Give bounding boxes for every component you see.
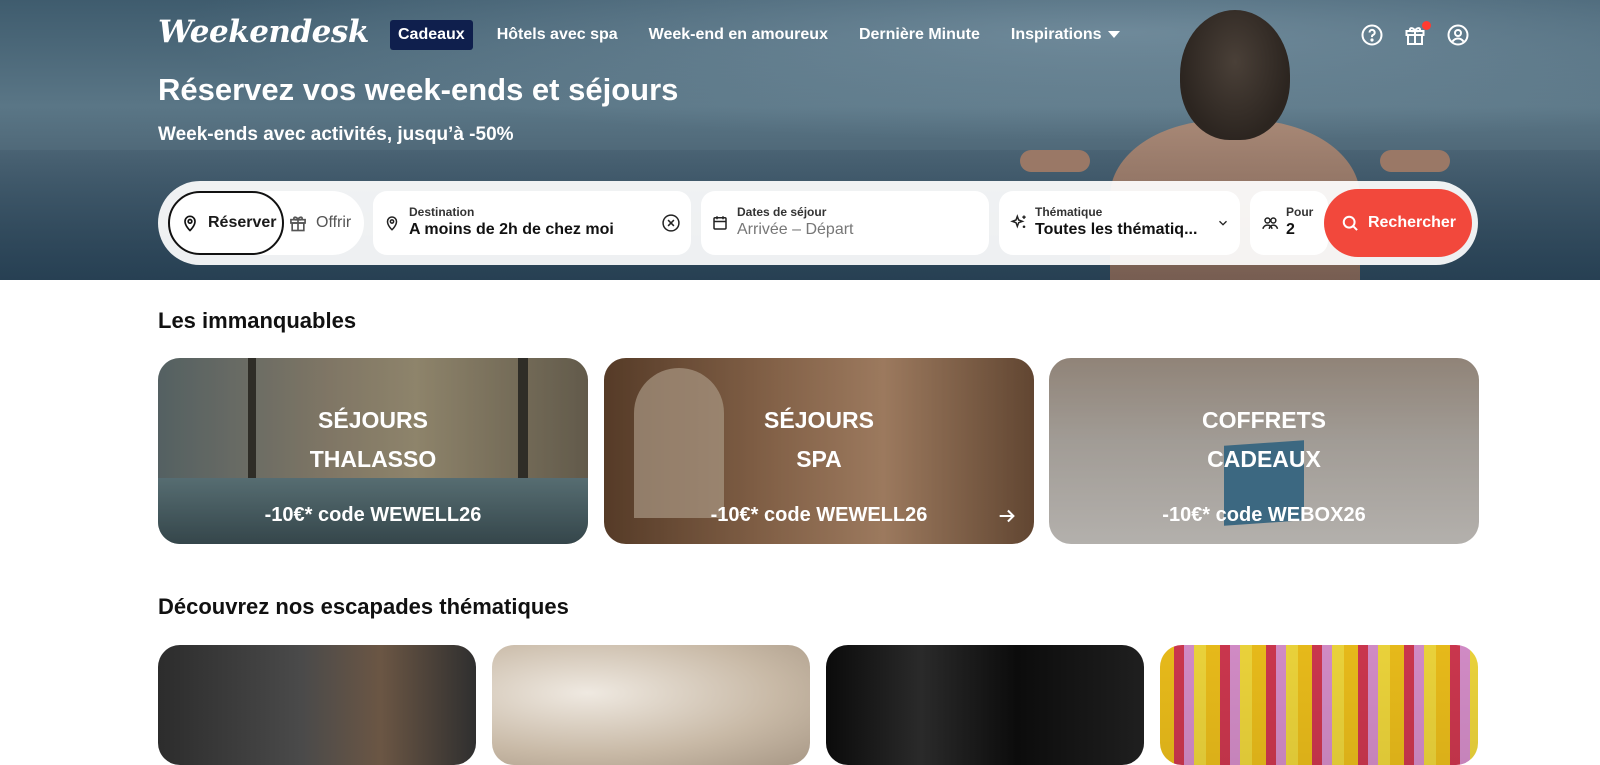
booking-mode-toggle: Réserver Offrir	[168, 191, 364, 255]
card-sejours-thalasso[interactable]: SÉJOURS THALASSO -10€* code WEWELL26	[158, 358, 588, 544]
header-icons	[1360, 21, 1489, 47]
theme-value: Toutes les thématiq...	[1035, 221, 1198, 238]
main-nav: Cadeaux Hôtels avec spa Week-end en amou…	[390, 20, 1151, 50]
card-title-line1: SÉJOURS	[764, 407, 874, 433]
theme-select[interactable]: Thématique Toutes les thématiq...	[999, 191, 1240, 255]
dates-placeholder: Arrivée – Départ	[737, 221, 854, 238]
account-icon[interactable]	[1446, 23, 1470, 47]
card-title-line2: CADEAUX	[1207, 446, 1321, 472]
search-icon	[1342, 215, 1358, 231]
card-title-line1: COFFRETS	[1202, 407, 1326, 433]
people-icon	[1262, 217, 1279, 230]
card-promo: -10€* code WEBOX26	[1162, 504, 1366, 526]
nav-item-inspirations[interactable]: Inspirations	[1011, 26, 1120, 44]
nav-item-derniere-minute[interactable]: Dernière Minute	[859, 26, 980, 44]
clear-icon[interactable]	[661, 213, 681, 233]
theme-label: Thématique	[1035, 205, 1103, 219]
hero-banner: Weekendesk Cadeaux Hôtels avec spa Week-…	[0, 0, 1600, 280]
gift-icon	[290, 216, 306, 232]
theme-tile[interactable]	[1160, 645, 1478, 765]
destination-label: Destination	[409, 205, 475, 219]
chevron-down-icon	[1107, 31, 1120, 39]
chevron-down-icon	[1219, 220, 1227, 226]
offer-mode-button[interactable]: Offrir	[288, 191, 351, 255]
card-title: SÉJOURS SPA	[604, 401, 1034, 479]
card-promo: -10€* code WEWELL26	[264, 504, 482, 526]
nav-item-week-end-amoureux[interactable]: Week-end en amoureux	[649, 26, 828, 44]
card-title: COFFRETS CADEAUX	[1049, 401, 1479, 479]
guests-field[interactable]: Pour 2	[1250, 191, 1328, 255]
hero-title: Réservez vos week-ends et séjours	[158, 72, 679, 107]
destination-field[interactable]: Destination A moins de 2h de chez moi	[373, 191, 691, 255]
card-sejours-spa[interactable]: SÉJOURS SPA -10€* code WEWELL26	[604, 358, 1034, 544]
guests-label: Pour	[1286, 205, 1314, 219]
theme-tile[interactable]	[492, 645, 810, 765]
dates-label: Dates de séjour	[737, 205, 827, 219]
help-icon[interactable]	[1360, 23, 1384, 47]
card-title-line1: SÉJOURS	[318, 407, 428, 433]
card-title: SÉJOURS THALASSO	[158, 401, 588, 479]
search-bar: Réserver Offrir Destination A moins de 2…	[158, 181, 1478, 265]
theme-tile[interactable]	[826, 645, 1144, 765]
guests-value: 2	[1286, 221, 1295, 238]
sparkle-icon	[1010, 214, 1026, 229]
dates-field[interactable]: Dates de séjour Arrivée – Départ	[701, 191, 989, 255]
search-button[interactable]: Rechercher	[1324, 189, 1472, 257]
gift-icon[interactable]	[1403, 21, 1431, 47]
calendar-icon	[713, 216, 727, 230]
card-coffrets-cadeaux[interactable]: COFFRETS CADEAUX -10€* code WEBOX26	[1049, 358, 1479, 544]
nav-item-hotels-spa[interactable]: Hôtels avec spa	[497, 26, 618, 44]
reserve-mode-label: Réserver	[208, 214, 277, 231]
search-button-label: Rechercher	[1367, 214, 1457, 231]
nav-item-inspirations-label: Inspirations	[1010, 26, 1102, 43]
location-pin-icon	[184, 215, 196, 232]
destination-value: A moins de 2h de chez moi	[409, 221, 614, 238]
offer-mode-label: Offrir	[316, 214, 352, 231]
hero-person-head	[1180, 10, 1290, 140]
logo[interactable]: Weekendesk	[158, 14, 369, 50]
hero-subtitle: Week-ends avec activités, jusqu’à -50%	[158, 124, 514, 145]
card-promo: -10€* code WEWELL26	[710, 504, 928, 526]
section-title-immanquables: Les immanquables	[158, 308, 357, 333]
location-pin-icon	[386, 216, 398, 231]
hero-hand-right	[1380, 150, 1450, 172]
card-title-line2: THALASSO	[309, 446, 437, 472]
reserve-mode-button[interactable]: Réserver	[168, 191, 284, 255]
section-title-escapades: Découvrez nos escapades thématiques	[158, 594, 569, 619]
nav-item-cadeaux[interactable]: Cadeaux	[390, 20, 473, 50]
theme-tile[interactable]	[158, 645, 476, 765]
card-title-line2: SPA	[796, 446, 842, 472]
hero-hand-left	[1020, 150, 1090, 172]
arrow-right-icon	[999, 509, 1015, 523]
notification-dot	[1422, 21, 1431, 30]
